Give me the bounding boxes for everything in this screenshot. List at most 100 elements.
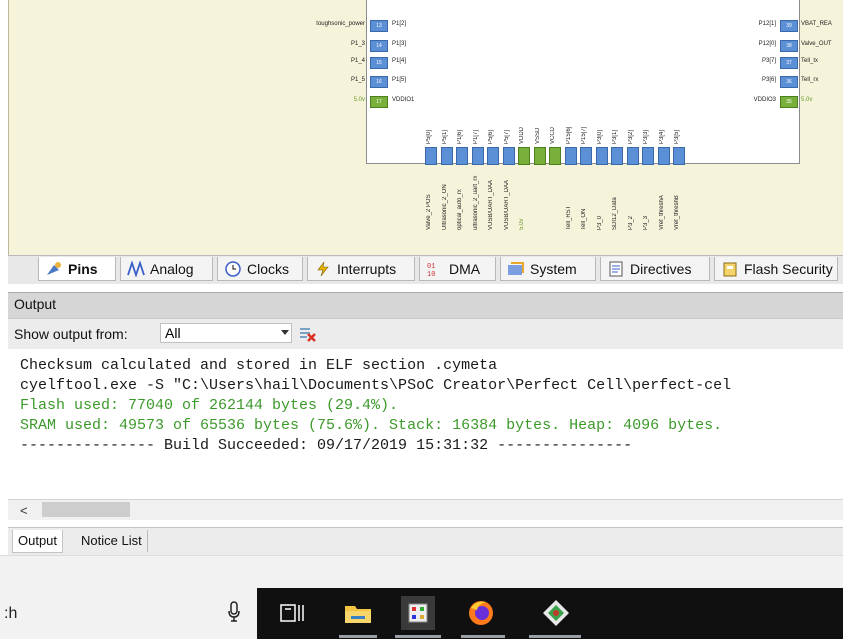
bottom-pin-name: P5[6] bbox=[488, 129, 494, 144]
bottom-pin-name: P3[3] bbox=[643, 129, 649, 144]
bottom-pin-box[interactable] bbox=[487, 147, 499, 165]
bottom-pin-box[interactable] bbox=[642, 147, 654, 165]
left-pin-number[interactable]: 16 bbox=[370, 76, 388, 88]
taskbar-search-box[interactable] bbox=[0, 588, 257, 639]
bottom-pin-box[interactable] bbox=[564, 147, 577, 165]
chevron-down-icon[interactable] bbox=[281, 330, 289, 335]
file-explorer-icon[interactable] bbox=[341, 596, 375, 630]
output-header bbox=[8, 292, 843, 319]
tab-label: Directives bbox=[630, 260, 692, 277]
bottom-pin-box[interactable] bbox=[657, 147, 670, 165]
bottom-pin-label: ultrasonic_2_uart_rx bbox=[472, 175, 479, 230]
bottom-pin-box[interactable] bbox=[456, 147, 468, 165]
show-output-from-label: Show output from: bbox=[14, 326, 128, 342]
bottom-pin-name: P3[4] bbox=[658, 129, 665, 144]
right-pin-name: P3[6] bbox=[761, 77, 776, 83]
console-line: Flash used: 77040 of 262144 bytes (29.4%… bbox=[20, 397, 399, 414]
clock-icon bbox=[224, 260, 242, 277]
right-pin-label: Tell_rx bbox=[801, 77, 819, 83]
right-pin-name: P3[7] bbox=[761, 58, 776, 64]
console-line: SRAM used: 49573 of 65536 bytes (75.6%).… bbox=[20, 417, 723, 434]
psoc-creator-icon[interactable] bbox=[401, 596, 435, 630]
bottom-pin-box[interactable] bbox=[595, 147, 608, 165]
bottom-pin-name: P15[7] bbox=[581, 126, 587, 144]
bottom-pin-label: Tell_RST bbox=[565, 205, 572, 230]
microphone-icon[interactable] bbox=[226, 600, 242, 624]
clear-output-icon[interactable] bbox=[297, 325, 317, 343]
bottom-pin-box[interactable] bbox=[425, 147, 437, 165]
tab-label: Pins bbox=[68, 260, 98, 277]
bottom-pin-box[interactable] bbox=[471, 147, 484, 165]
task-view-icon[interactable] bbox=[275, 596, 309, 630]
psoc-running-indicator bbox=[395, 635, 441, 638]
bottom-pin-box[interactable] bbox=[580, 147, 592, 165]
bottom-pin-label: 5.0v bbox=[519, 218, 525, 230]
bottom-pin-name: P5[0] bbox=[426, 129, 432, 144]
bottom-pin-box[interactable] bbox=[502, 147, 515, 165]
directives-icon bbox=[607, 261, 625, 277]
right-pin-number[interactable]: 36 bbox=[780, 76, 798, 88]
bottom-pin-name: P3[1] bbox=[612, 129, 618, 144]
tab-system[interactable]: System bbox=[500, 257, 596, 281]
tab-interrupts[interactable]: Interrupts bbox=[307, 257, 415, 281]
tab-label: System bbox=[530, 260, 577, 277]
left-pin-label: toughsonic_power bbox=[316, 21, 365, 27]
bottom-pin-box[interactable] bbox=[611, 147, 623, 165]
bottom-pin-name: P3[0] bbox=[596, 129, 603, 144]
bottom-pin-box[interactable] bbox=[533, 147, 546, 165]
tab-label: Interrupts bbox=[337, 260, 397, 277]
bottom-pin-box[interactable] bbox=[626, 147, 639, 165]
analog-icon bbox=[127, 259, 145, 278]
tab-flash-security[interactable]: Flash Security bbox=[714, 257, 838, 281]
tab-directives[interactable]: Directives bbox=[600, 257, 710, 281]
output-toolbar bbox=[8, 318, 843, 350]
console-line: cyelftool.exe -S "C:\Users\hail\Document… bbox=[20, 377, 732, 394]
tab-pins[interactable]: Pins bbox=[38, 257, 116, 281]
bottom-pin-label: P3_3 bbox=[643, 215, 649, 230]
scroll-left-button[interactable]: < bbox=[20, 503, 28, 518]
left-pin-number[interactable]: 15 bbox=[370, 57, 388, 69]
right-pin-number[interactable]: 37 bbox=[780, 57, 798, 69]
bottom-pin-label: Vref_threshA bbox=[658, 195, 665, 230]
tab-notice-list[interactable]: Notice List bbox=[76, 530, 148, 552]
right-pin-number[interactable]: 35 bbox=[780, 96, 798, 108]
scroll-thumb[interactable] bbox=[42, 502, 130, 517]
bottom-pin-box[interactable] bbox=[518, 147, 530, 165]
horizontal-scrollbar[interactable] bbox=[8, 499, 843, 520]
right-pin-label: VBAT_REA bbox=[801, 21, 832, 27]
bottom-pin-name: P5[1] bbox=[441, 129, 448, 144]
tab-analog[interactable]: Analog bbox=[120, 257, 213, 281]
right-pin-label: 5.0v bbox=[801, 97, 813, 103]
bottom-pin-name: P5[7] bbox=[503, 129, 510, 144]
bottom-pin-label: Ultrasonic_2_ON bbox=[441, 184, 448, 230]
firefox-icon[interactable] bbox=[464, 596, 498, 630]
git-icon[interactable] bbox=[539, 596, 573, 630]
left-pin-number[interactable]: 14 bbox=[370, 40, 388, 52]
left-pin-number[interactable]: 13 bbox=[370, 20, 388, 32]
bottom-pin-name: P1[6] bbox=[457, 129, 463, 144]
right-pin-name: P12[1] bbox=[758, 21, 776, 27]
dma-icon: 01 10 bbox=[426, 261, 444, 279]
bottom-pin-box[interactable] bbox=[673, 147, 685, 165]
tab-label: DMA bbox=[449, 260, 481, 277]
bottom-pin-box[interactable] bbox=[549, 147, 561, 165]
pins-icon bbox=[45, 261, 63, 277]
left-pin-name: P1[4] bbox=[392, 58, 407, 64]
bottom-pin-label: optical_auto_rx bbox=[457, 189, 463, 230]
tab-output[interactable]: Output bbox=[12, 530, 64, 553]
bottom-pin-name: VSSD bbox=[534, 127, 541, 144]
tab-dma[interactable]: 01 10 DMA bbox=[419, 257, 496, 281]
left-pin-number[interactable]: 17 bbox=[370, 96, 388, 108]
tab-label: Analog bbox=[150, 260, 194, 277]
system-icon bbox=[507, 261, 525, 277]
tab-clocks[interactable]: Clocks bbox=[217, 257, 303, 281]
right-pin-name: VDDIO3 bbox=[753, 97, 776, 103]
console-line: --------------- Build Succeeded: 09/17/2… bbox=[20, 437, 633, 454]
left-pin-label: P1_3 bbox=[350, 41, 365, 47]
bottom-pin-name: P1[7] bbox=[472, 129, 479, 144]
right-pin-number[interactable]: 38 bbox=[780, 40, 798, 52]
show-output-from-select[interactable]: All bbox=[160, 323, 292, 343]
bottom-pin-box[interactable] bbox=[440, 147, 453, 165]
tab-label: Flash Security bbox=[744, 260, 833, 277]
right-pin-number[interactable]: 39 bbox=[780, 20, 798, 32]
